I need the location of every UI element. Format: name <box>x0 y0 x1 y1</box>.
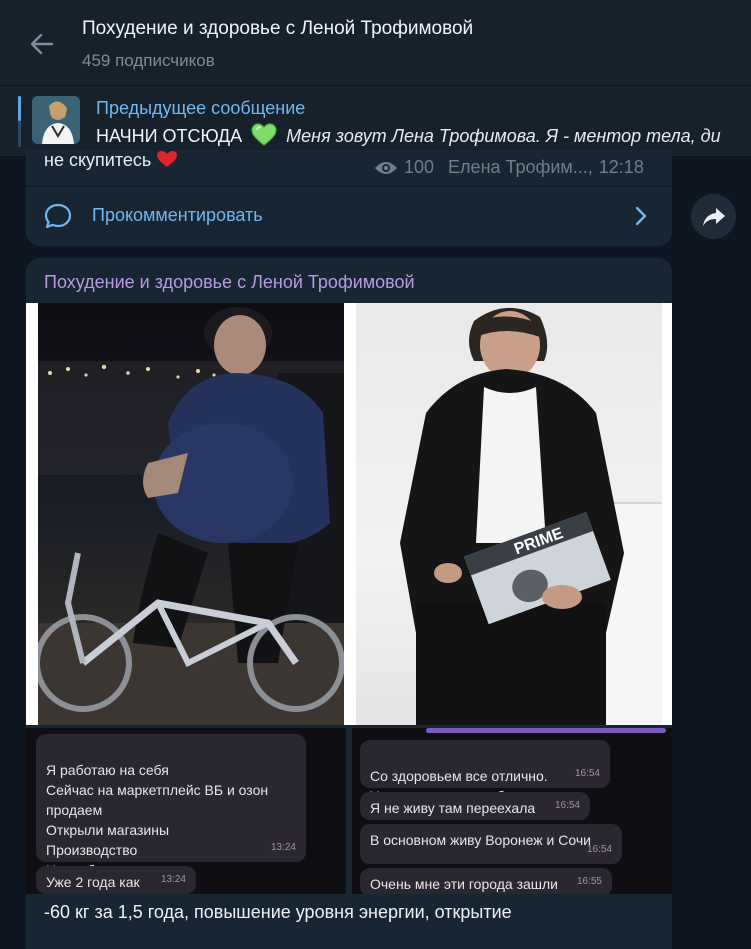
green-heart-icon <box>251 123 277 152</box>
back-arrow-icon <box>30 33 54 55</box>
chat-message-time: 13:24 <box>160 874 186 885</box>
chat-message: Уже 2 года как 13:24 <box>36 866 196 894</box>
chat-screenshot-right: Со здоровьем все отлично. Умничка рада з… <box>352 728 672 894</box>
view-count: 100 <box>404 157 435 177</box>
outgoing-message-edge <box>426 728 666 733</box>
chat-message: Со здоровьем все отлично. Умничка рада з… <box>360 740 610 804</box>
chat-screenshot-left: Я работаю на себя Сейчас на маркетплейс … <box>26 728 346 894</box>
forward-button[interactable] <box>691 194 736 239</box>
chat-message: В основном живу Воронеж и Сочи 16:54 <box>360 824 622 864</box>
chat-message: Я работаю на себя Сейчас на маркетплейс … <box>36 734 306 878</box>
comment-label: Прокомментировать <box>92 205 263 225</box>
chat-message-text: Я не живу там переехала <box>370 800 536 816</box>
chat-message-text: Очень мне эти города зашли <box>370 876 558 892</box>
pinned-thumbnail <box>32 96 80 144</box>
post-caption: -60 кг за 1,5 года, повышение уровня эне… <box>44 902 512 922</box>
message-time: 12:18 <box>598 157 644 177</box>
message-meta: 100 Елена Трофим..., 12:18 <box>374 157 644 178</box>
pinned-title: Предыдущее сообщение <box>96 98 306 118</box>
pinned-text-main: НАЧНИ ОТСЮДА <box>96 126 243 146</box>
chat-message: Я не живу там переехала 16:54 <box>360 792 590 820</box>
after-photo[interactable]: PRIME <box>346 303 672 725</box>
channel-post: Похудение и здоровье с Леной Трофимовой <box>26 258 672 949</box>
chat-header: Похудение и здоровье с Леной Трофимовой … <box>0 0 751 86</box>
chat-message-text: Уже 2 года как <box>46 874 140 890</box>
message-author: Елена Трофим..., <box>448 157 593 177</box>
previous-message-text: не скупитесь <box>44 150 178 171</box>
chat-message-time: 16:54 <box>586 844 612 855</box>
eye-icon <box>375 161 397 174</box>
back-button[interactable] <box>26 28 58 60</box>
previous-message-label: не скупитесь <box>44 150 152 170</box>
subscriber-count: 459 подписчиков <box>82 51 215 70</box>
comment-icon <box>44 203 72 229</box>
chat-message-time: 16:54 <box>574 768 600 779</box>
pinned-indicator <box>18 96 21 147</box>
chat-message: Очень мне эти города зашли 16:55 <box>360 868 612 894</box>
before-photo[interactable] <box>26 303 346 725</box>
red-heart-icon <box>156 150 178 170</box>
comment-button[interactable]: Прокомментировать <box>26 187 672 245</box>
chat-message-time: 16:55 <box>576 876 602 887</box>
post-author[interactable]: Похудение и здоровье с Леной Трофимовой <box>44 272 415 293</box>
pinned-text-italic: Меня зовут Лена Трофимова. Я - ментор те… <box>286 126 721 146</box>
chevron-right-icon <box>635 206 647 226</box>
pinned-text: НАЧНИ ОТСЮДА Меня зовут Лена Трофимова. … <box>96 123 751 152</box>
chat-message-text: Я работаю на себя Сейчас на маркетплейс … <box>46 762 269 878</box>
chat-message-time: 13:24 <box>270 842 296 853</box>
channel-title[interactable]: Похудение и здоровье с Леной Трофимовой <box>82 18 473 40</box>
chat-message-text: В основном живу Воронеж и Сочи <box>370 832 591 848</box>
pinned-message-bar[interactable]: Предыдущее сообщение НАЧНИ ОТСЮДА Меня з… <box>0 86 751 157</box>
forward-icon <box>702 207 725 226</box>
chat-message-time: 16:54 <box>554 800 580 811</box>
